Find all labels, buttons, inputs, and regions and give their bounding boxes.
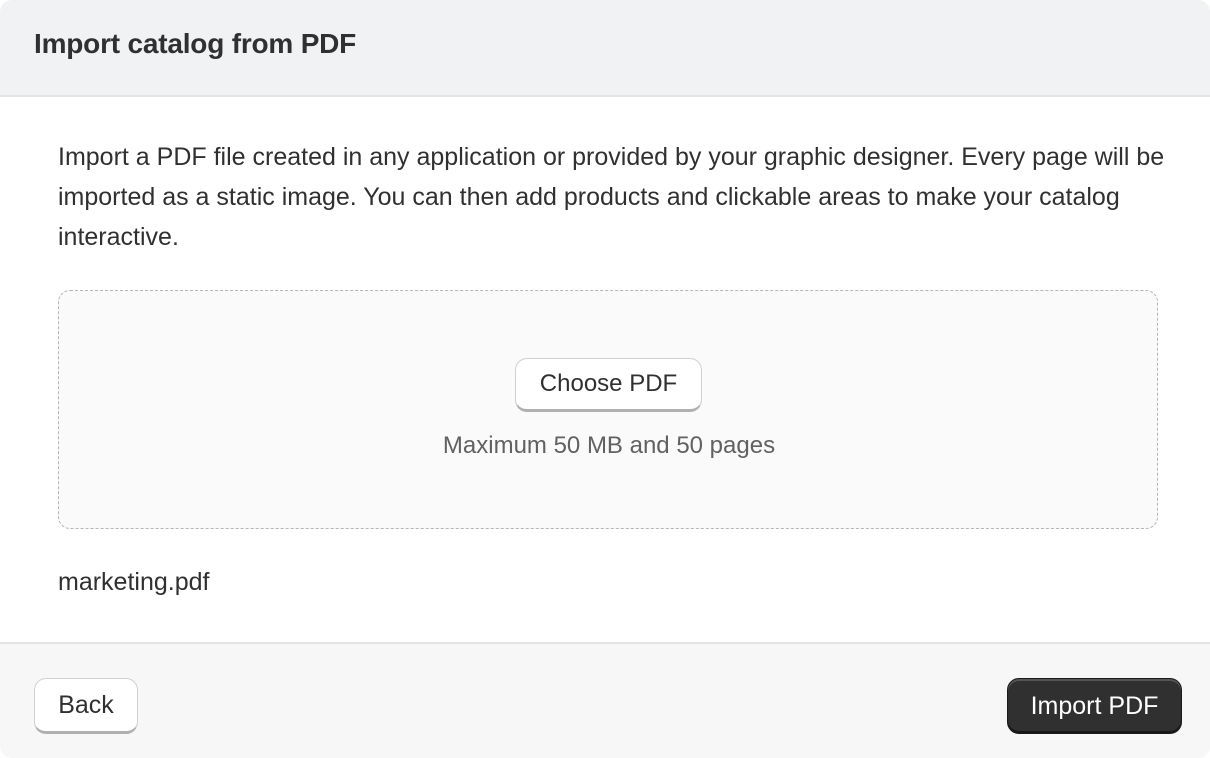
modal-footer: Back Import PDF <box>0 642 1210 758</box>
upload-limit-hint: Maximum 50 MB and 50 pages <box>442 432 776 459</box>
choose-pdf-button[interactable]: Choose PDF <box>515 358 702 412</box>
pdf-dropzone[interactable]: Choose PDF Maximum 50 MB and 50 pages <box>58 290 1158 529</box>
modal-title: Import catalog from PDF <box>34 28 357 59</box>
import-pdf-button[interactable]: Import PDF <box>1007 678 1182 734</box>
modal-header: Import catalog from PDF <box>0 0 1210 97</box>
modal-body: Import a PDF file created in any applica… <box>0 97 1210 642</box>
back-button[interactable]: Back <box>34 678 138 734</box>
selected-file-name: marketing.pdf <box>58 568 210 596</box>
import-description: Import a PDF file created in any applica… <box>58 143 1165 251</box>
import-catalog-modal: Import catalog from PDF Import a PDF fil… <box>0 0 1210 758</box>
